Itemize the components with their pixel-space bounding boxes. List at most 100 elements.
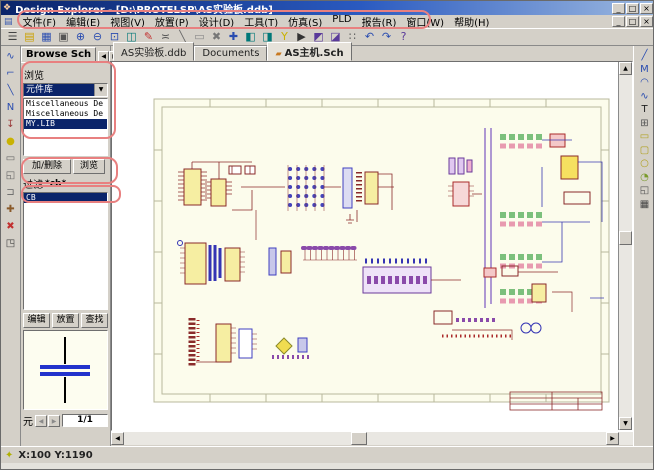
menu-help[interactable]: 帮助(H) [449,14,494,29]
vscroll-thumb[interactable] [619,231,632,245]
junction-icon[interactable]: ✚ [3,202,19,219]
restore-button[interactable]: □ [626,16,639,27]
restore-button[interactable]: □ [626,3,639,14]
hscroll-thumb[interactable] [351,432,367,445]
text-frame-icon[interactable]: ⊞ [637,117,653,131]
scroll-up-icon[interactable]: ▲ [619,62,632,75]
document-icon: ▤ [4,17,13,27]
scroll-down-icon[interactable]: ▼ [619,417,632,430]
schematic-sheet[interactable] [112,62,620,430]
browse-label: 浏览 [24,67,108,82]
next-part-icon[interactable]: ▶ [48,415,60,427]
tab-as-zhuji-sch[interactable]: ▰AS主机.Sch [267,42,351,61]
tab-as-shiyanban-ddb[interactable]: AS实验板.ddb [113,42,194,61]
print-icon[interactable]: ▣ [55,29,72,45]
status-icon: ✦ [5,450,13,461]
child-window-controls: _□× [612,16,653,27]
filter-value[interactable]: *cb* [45,179,66,189]
text-tool-icon[interactable]: T [637,103,653,117]
browse-panel: Browse Sch ◀▶ 浏览 元件库 ▼ Miscellaneous DeM… [21,46,111,446]
library-list-item-2[interactable]: MY.LIB [24,119,107,129]
redo-icon[interactable]: ↷ [378,29,395,45]
library-list-item-1[interactable]: Miscellaneous De [24,109,107,119]
menu-pld[interactable]: PLD [327,14,356,29]
scroll-right-icon[interactable]: ▶ [606,432,619,445]
move-part-icon[interactable]: ✚ [225,29,242,45]
port-icon[interactable]: ⊐ [3,185,19,202]
place-button[interactable]: 放置 [52,313,79,328]
panel-header: Browse Sch ◀▶ [21,46,110,62]
tab-browse-sch[interactable]: Browse Sch [21,47,96,62]
add-remove-button[interactable]: 加/删除 [23,159,71,174]
bus-icon[interactable]: ⌐ [3,66,19,83]
ellipse-tool-icon[interactable]: ○ [637,157,653,171]
design-explorer-window: ❖ Design Explorer - [D:\PROTELSP\AS实验板.d… [0,0,654,470]
menu-file[interactable]: 文件(F) [18,14,62,29]
rectangle-tool-icon[interactable]: ▭ [637,130,653,144]
panel-footer: 元 ◀▶ 1/1 [23,413,108,428]
tab-documents[interactable]: Documents [194,46,267,61]
scroll-tabs-left-icon[interactable]: ◀ [98,51,109,62]
directive-icon[interactable]: ◳ [3,236,19,253]
capacitor-symbol [24,331,106,409]
title-bar[interactable]: ❖ Design Explorer - [D:\PROTELSP\AS实验板.d… [1,1,654,15]
window-controls: _□× [612,3,653,14]
browse-button[interactable]: 浏览 [73,159,105,174]
save-icon[interactable]: ▦ [38,29,55,45]
open-document-icon[interactable]: ▤ [21,29,38,45]
bezier-tool-icon[interactable]: ∿ [637,90,653,104]
minimize-button[interactable]: _ [612,16,625,27]
cursor-coordinates: X:100 Y:1190 [18,450,92,461]
menu-edit[interactable]: 编辑(E) [61,14,105,29]
edit-button[interactable]: 编辑 [23,313,50,328]
schematic-canvas[interactable]: ▲ ▼ [111,61,633,431]
menu-simulate[interactable]: 仿真(S) [283,14,327,29]
chevron-down-icon[interactable]: ▼ [94,84,107,96]
parts-list: CB [23,192,108,310]
library-dropdown[interactable]: 元件库 ▼ [23,83,108,97]
select-icon[interactable]: ☰ [4,29,21,45]
menu-bar: ▤ 文件(F)编辑(E)视图(V)放置(P)设计(D)工具(T)仿真(S)PLD… [1,15,654,28]
round-rect-tool-icon[interactable]: ▢ [637,144,653,158]
horizontal-scrollbar[interactable]: ◀ ▶ [111,431,633,445]
help-icon[interactable]: ? [395,29,412,45]
bus-entry-icon[interactable]: ╲ [3,83,19,100]
menu-design[interactable]: 设计(D) [194,14,240,29]
menu-tools[interactable]: 工具(T) [239,14,283,29]
polygon-tool-icon[interactable]: M [637,63,653,77]
minimize-button[interactable]: _ [612,3,625,14]
close-button[interactable]: × [640,3,653,14]
tab-label: AS主机.Sch [285,48,344,59]
part-browser-icon[interactable]: ◧ [242,29,259,45]
arc-tool-icon[interactable]: ◠ [637,76,653,90]
place-part-icon[interactable]: ● [3,134,19,151]
power-port-icon[interactable]: ↧ [3,117,19,134]
sheet-symbol-icon[interactable]: ▭ [3,151,19,168]
net-label-icon[interactable]: N [3,100,19,117]
menu-place[interactable]: 放置(P) [150,14,194,29]
part-action-buttons: 编辑 放置 查找 [23,313,108,328]
menu-view[interactable]: 视图(V) [105,14,150,29]
menu-reports[interactable]: 报告(R) [357,14,402,29]
vertical-scrollbar[interactable]: ▲ ▼ [618,62,632,430]
scroll-left-icon[interactable]: ◀ [111,432,124,445]
wire-icon[interactable]: ∿ [3,49,19,66]
parts-list-item-0[interactable]: CB [24,193,107,203]
no-erc-icon[interactable]: ✖ [3,219,19,236]
prev-part-icon[interactable]: ◀ [35,415,47,427]
menu-window[interactable]: 窗口(W) [401,14,449,29]
array-paste-icon[interactable]: ▦ [637,198,653,212]
pie-tool-icon[interactable]: ◔ [637,171,653,185]
find-button[interactable]: 查找 [81,313,108,328]
library-list-item-0[interactable]: Miscellaneous De [24,99,107,109]
zoom-in-icon[interactable]: ⊕ [72,29,89,45]
undo-icon[interactable]: ↶ [361,29,378,45]
sheet-entry-icon[interactable]: ◱ [3,168,19,185]
part-preview [23,330,108,410]
close-button[interactable]: × [640,16,653,27]
zoom-out-icon[interactable]: ⊖ [89,29,106,45]
filter-row: 过滤 *cb* [23,176,108,191]
deselect-icon[interactable]: ✖ [208,29,225,45]
graphic-tool-icon[interactable]: ◱ [637,184,653,198]
line-tool-icon[interactable]: ╱ [637,49,653,63]
